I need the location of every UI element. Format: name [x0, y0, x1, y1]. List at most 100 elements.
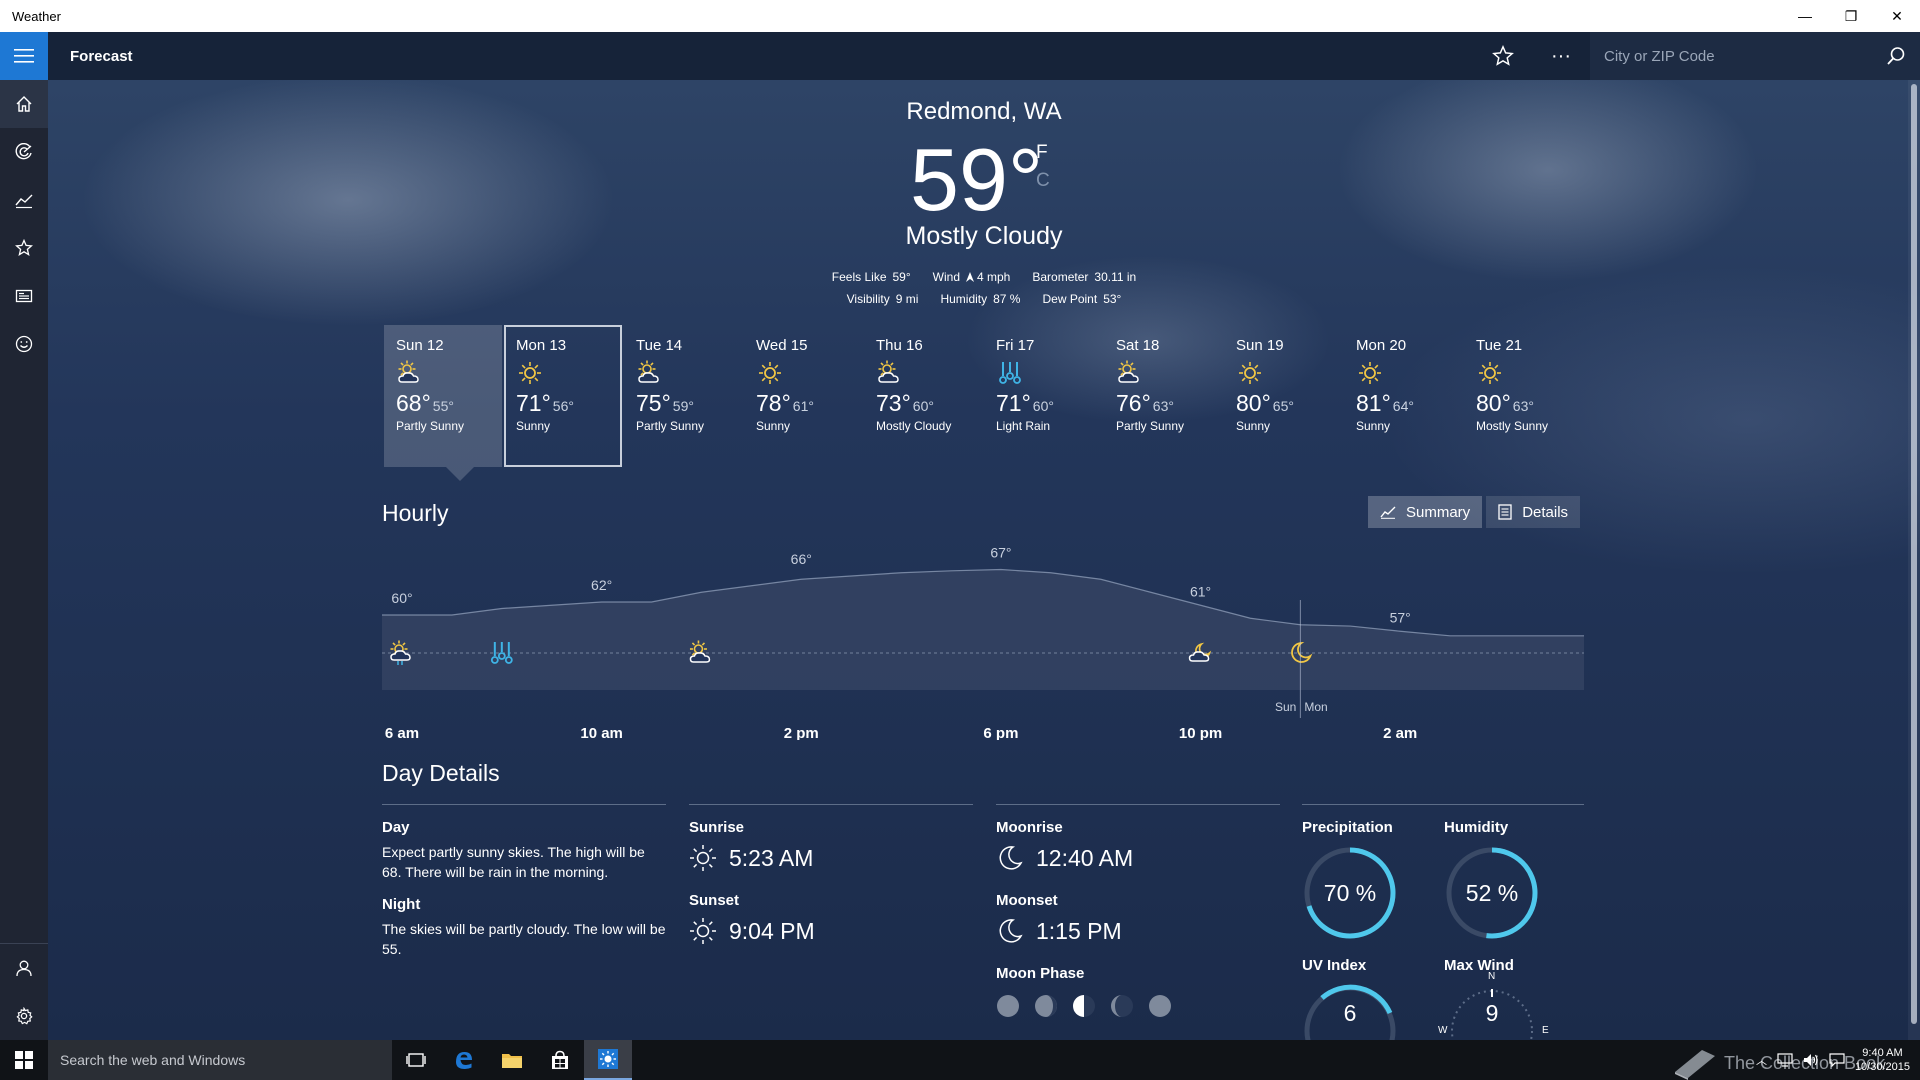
nav-places[interactable] [0, 224, 48, 272]
details-view-button[interactable]: Details [1486, 496, 1581, 528]
day-tile[interactable]: Fri 17 71° 60° Light Rain [984, 325, 1102, 467]
main-scrollbar[interactable] [1908, 80, 1920, 1040]
unit-celsius-toggle[interactable]: C [1036, 170, 1050, 192]
notifications-icon[interactable] [1829, 1053, 1845, 1067]
precipitation-gauge: 70 % [1302, 845, 1398, 941]
tray-clock[interactable]: 9:40 AM 10/30/2015 [1855, 1046, 1910, 1074]
wind-stat: Wind 4 mph [933, 270, 1011, 284]
dewpoint-value: 53° [1103, 292, 1122, 306]
day-low: 64° [1392, 398, 1414, 414]
volume-icon[interactable] [1803, 1053, 1819, 1067]
file-explorer-button[interactable] [488, 1040, 536, 1080]
day-next-label: Mon [1304, 700, 1327, 714]
dewpoint-label: Dew Point [1042, 292, 1098, 306]
max-wind-label: Max Wind [1444, 957, 1514, 974]
day-high: 80° [1476, 390, 1511, 416]
summary-view-button[interactable]: Summary [1368, 496, 1483, 528]
night-label: Night [382, 896, 421, 913]
sunny-icon [516, 360, 610, 386]
page-title: Forecast [70, 47, 133, 65]
hamburger-menu-button[interactable] [0, 32, 48, 80]
wind-value: 4 mph [977, 270, 1011, 284]
day-condition: Mostly Sunny [1476, 419, 1549, 433]
moonset-label: Moonset [996, 892, 1058, 909]
edge-button[interactable] [440, 1040, 488, 1080]
day-tile[interactable]: Sun 19 80° 65° Sunny [1224, 325, 1342, 467]
day-tile[interactable]: Sat 18 76° 63° Partly Sunny [1104, 325, 1222, 467]
line-chart-icon [1380, 506, 1396, 519]
news-icon [15, 289, 33, 303]
visibility-stat: Visibility 9 mi [847, 292, 919, 306]
weather-app-button[interactable] [584, 1040, 632, 1080]
day-name: Mon 13 [516, 337, 567, 354]
night-summary-text: The skies will be partly cloudy. The low… [382, 921, 666, 957]
city-search-input[interactable] [1604, 47, 1874, 65]
store-button[interactable] [536, 1040, 584, 1080]
day-high: 76° [1116, 390, 1151, 416]
humidity-detail-value: 52 % [1465, 879, 1519, 906]
minimize-button[interactable]: — [1782, 0, 1828, 32]
day-tile[interactable]: Mon 20 81° 64° Sunny [1344, 325, 1462, 467]
current-temp-row: 59° F C [48, 130, 1920, 230]
barometer-label: Barometer [1032, 270, 1089, 284]
day-low: 63° [1152, 398, 1174, 414]
hourly-time-label: 10 pm [1179, 725, 1222, 740]
day-high: 81° [1356, 390, 1391, 416]
partly-sunny-icon [636, 360, 730, 386]
scrollbar-thumb[interactable] [1911, 84, 1917, 1024]
app-header: Forecast ··· [0, 32, 1920, 80]
day-condition: Light Rain [996, 419, 1051, 433]
nav-account[interactable] [0, 944, 48, 992]
day-name: Wed 15 [756, 337, 808, 354]
nav-settings[interactable] [0, 992, 48, 1040]
day-tile[interactable]: Sun 12 68° 55° Partly Sunny [384, 325, 502, 467]
day-low: 60° [912, 398, 934, 414]
taskbar-search[interactable]: Search the web and Windows [48, 1040, 392, 1080]
sunny-icon [1236, 360, 1330, 386]
radar-icon [15, 143, 32, 160]
humidity-stat: Humidity 87 % [940, 292, 1020, 306]
nav-news[interactable] [0, 272, 48, 320]
stats-row-2: Visibility 9 mi Humidity 87 % Dew Point 53° [48, 288, 1920, 310]
close-button[interactable]: ✕ [1874, 0, 1920, 32]
day-name: Sun 12 [396, 337, 444, 354]
hourly-time-label: 6 am [385, 725, 419, 740]
hourly-temp-label: 66° [791, 551, 812, 567]
day-tile[interactable]: Wed 15 78° 61° Sunny [744, 325, 862, 467]
nav-historical[interactable] [0, 176, 48, 224]
humidity-detail-label: Humidity [1444, 819, 1509, 836]
sunset-label: Sunset [689, 892, 740, 909]
start-button[interactable] [0, 1040, 48, 1080]
search-button[interactable] [1878, 32, 1914, 80]
store-icon [552, 1050, 568, 1069]
moon-times: Moonrise 12:40 AM Moonset 1:15 PM Moon P… [996, 804, 1280, 1018]
star-icon [1492, 45, 1514, 66]
day-temps: 80° 63° [1476, 390, 1570, 417]
day-tile[interactable]: Tue 14 75° 59° Partly Sunny [624, 325, 742, 467]
tray-chevron-icon[interactable]: ︿ [1756, 1052, 1767, 1068]
search-box [1590, 32, 1920, 80]
favorite-button[interactable] [1474, 32, 1532, 80]
day-tile[interactable]: Tue 21 80° 63° Mostly Sunny [1464, 325, 1582, 467]
day-low: 61° [792, 398, 814, 414]
restore-button[interactable]: ❐ [1828, 0, 1874, 32]
detail-gauges: Precipitation 70 % Humidity 52 % UV Inde… [1302, 804, 1584, 1040]
wind-label: Wind [932, 270, 960, 284]
day-tile[interactable]: Mon 13 71° 56° Sunny [504, 325, 622, 467]
sunset-time: 9:04 PM [729, 917, 815, 944]
nav-forecast[interactable] [0, 80, 48, 128]
network-icon[interactable] [1777, 1053, 1793, 1067]
task-view-button[interactable] [392, 1040, 440, 1080]
day-high: 71° [516, 390, 551, 416]
day-high: 75° [636, 390, 671, 416]
day-condition: Partly Sunny [396, 419, 465, 433]
feels-like-value: 59° [892, 270, 911, 284]
humidity-value: 87 % [993, 292, 1021, 306]
unit-fahrenheit-toggle[interactable]: F [1036, 142, 1048, 164]
nav-feedback[interactable] [0, 320, 48, 368]
day-tile[interactable]: Thu 16 73° 60° Mostly Cloudy [864, 325, 982, 467]
nav-maps[interactable] [0, 128, 48, 176]
taskbar: Search the web and Windows The Collectio… [0, 1040, 1920, 1080]
partly-sunny-icon [1116, 360, 1210, 386]
more-options-button[interactable]: ··· [1532, 32, 1590, 80]
